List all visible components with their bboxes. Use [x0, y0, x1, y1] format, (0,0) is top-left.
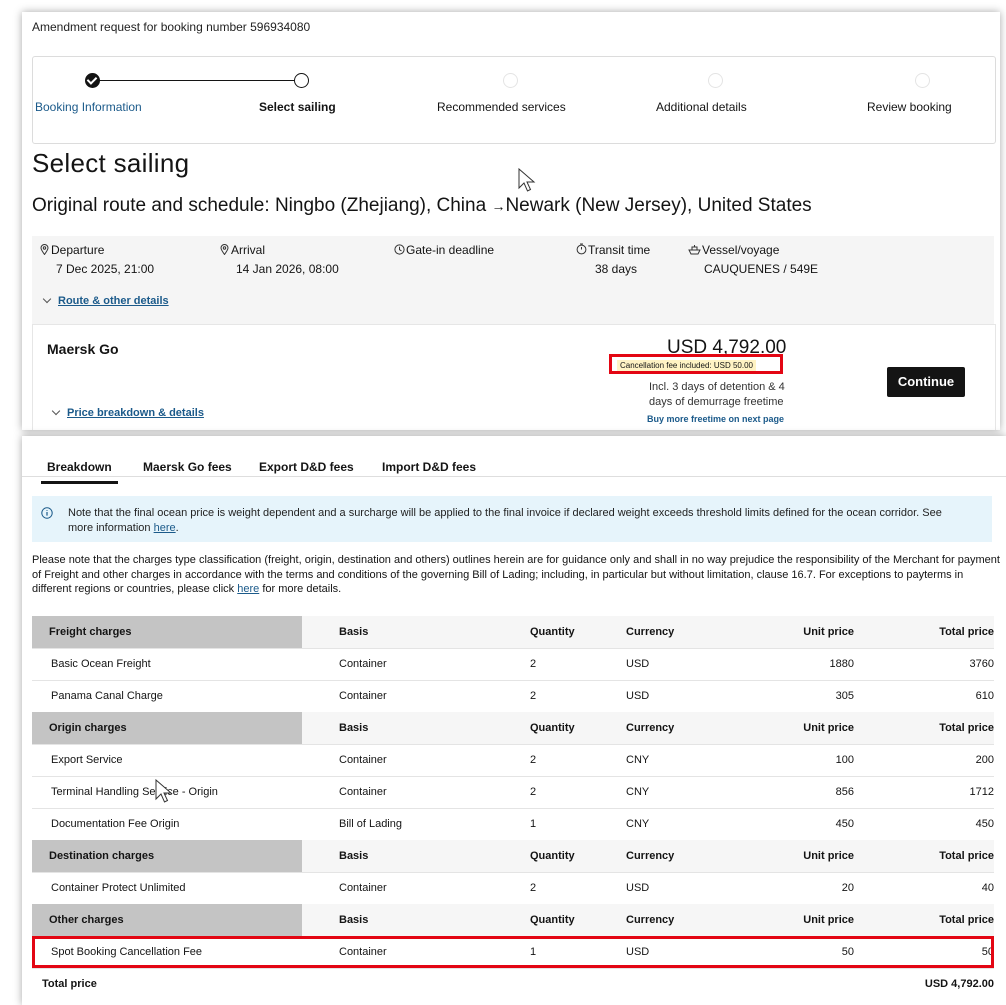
route-details-toggle[interactable]: Route & other details [42, 291, 169, 309]
offer-card: Maersk Go USD 4,792.00 Cancellation fee … [32, 324, 996, 430]
step-additional-details: Additional details [656, 100, 747, 114]
step-current-icon [294, 73, 309, 88]
chevron-down-icon [42, 294, 52, 304]
info-icon [41, 507, 53, 519]
transit-label: Transit time [576, 243, 650, 257]
info-note-text: Note that the final ocean price is weigh… [68, 507, 942, 534]
schedule-summary: Departure 7 Dec 2025, 21:00 Arrival 14 J… [32, 236, 994, 324]
cancellation-row-highlight [32, 936, 994, 968]
buy-more-freetime-link[interactable]: Buy more freetime on next page [647, 414, 784, 424]
transit-value: 38 days [595, 262, 638, 276]
table-row: Basic Ocean Freight Container 2 USD 1880 3760 [32, 648, 994, 681]
step-done-check-icon [85, 73, 100, 88]
continue-button[interactable]: Continue [887, 367, 965, 397]
departure-value: 7 Dec 2025, 21:00 [56, 262, 155, 276]
total-price-row: Total price USD 4,792.00 [42, 978, 994, 990]
stopwatch-icon [576, 243, 587, 255]
step-future-icon [708, 73, 723, 88]
table-row: Export Service Container 2 CNY 100 200 [32, 744, 994, 777]
ship-icon [688, 245, 701, 255]
freetime-line-2: days of demurrage freetime [649, 396, 784, 408]
location-pin-icon [220, 244, 229, 256]
info-note: Note that the final ocean price is weigh… [32, 496, 992, 542]
price-breakdown-panel: Breakdown Maersk Go fees Export D&D fees… [22, 436, 1006, 1005]
price-breakdown-toggle[interactable]: Price breakdown & details [51, 403, 204, 421]
route-destination: Newark (New Jersey), United States [505, 195, 812, 216]
table-row: Container Protect Unlimited Container 2 USD… [32, 872, 994, 905]
section-header-origin: Origin charges Basis Quantity Currency Unit … [32, 712, 994, 745]
step-connector [92, 80, 294, 81]
charges-disclaimer: Please note that the charges type classi… [32, 554, 1000, 595]
arrival-label: Arrival [220, 243, 265, 257]
chevron-down-icon [51, 406, 61, 416]
freetime-line-1: Incl. 3 days of detention & 4 [649, 381, 785, 393]
table-row: Panama Canal Charge Container 2 USD 305 610 [32, 680, 994, 713]
step-review-booking: Review booking [867, 100, 952, 114]
departure-label: Departure [40, 243, 104, 257]
tab-export-dd-fees[interactable]: Export D&D fees [259, 460, 354, 474]
mouse-cursor-icon [155, 779, 173, 803]
step-future-icon [915, 73, 930, 88]
breakdown-tabs: Breakdown Maersk Go fees Export D&D fees… [22, 436, 1006, 484]
step-future-icon [503, 73, 518, 88]
cancellation-fee-highlight: Cancellation fee included: USD 50.00 [609, 354, 783, 374]
route-arrow-icon: → [491, 198, 506, 214]
progress-stepper: Booking Information Select sailing Recom… [32, 56, 996, 144]
section-header-destination: Destination charges Basis Quantity Currency… [32, 840, 994, 873]
tab-maersk-go-fees[interactable]: Maersk Go fees [143, 460, 232, 474]
booking-overview-panel: Amendment request for booking number 596… [22, 12, 1000, 430]
product-name: Maersk Go [47, 341, 119, 357]
table-row: Terminal Handling Service - Origin Contai… [32, 776, 994, 809]
vessel-label: Vessel/voyage [688, 243, 779, 257]
route-heading: Original route and schedule: Ningbo (Zhe… [32, 195, 812, 217]
tab-breakdown[interactable]: Breakdown [41, 460, 118, 484]
tab-import-dd-fees[interactable]: Import D&D fees [382, 460, 476, 474]
cancellation-fee-badge: Cancellation fee included: USD 50.00 [617, 360, 756, 371]
step-recommended-services: Recommended services [437, 100, 566, 114]
section-header-other: Other charges Basis Quantity Currency Unit p… [32, 904, 994, 937]
step-select-sailing: Select sailing [259, 100, 336, 114]
step-booking-information[interactable]: Booking Information [35, 100, 142, 114]
arrival-value: 14 Jan 2026, 08:00 [236, 262, 339, 276]
page-title: Select sailing [32, 148, 190, 178]
section-header-freight: Freight charges Basis Quantity Currency Unit… [32, 616, 994, 649]
payterms-link[interactable]: here [237, 583, 259, 595]
vessel-value: CAUQUENES / 549E [704, 262, 819, 276]
gatein-label: Gate-in deadline [394, 243, 494, 257]
route-prefix: Original route and schedule: [32, 195, 275, 216]
clock-icon [394, 244, 405, 255]
route-origin: Ningbo (Zhejiang), China [274, 195, 487, 216]
info-more-link[interactable]: here [154, 522, 176, 534]
location-pin-icon [40, 244, 49, 256]
table-row: Documentation Fee Origin Bill of Lading 1 C… [32, 808, 994, 841]
mouse-cursor-icon [518, 168, 536, 192]
amendment-title: Amendment request for booking number 596… [32, 20, 311, 34]
